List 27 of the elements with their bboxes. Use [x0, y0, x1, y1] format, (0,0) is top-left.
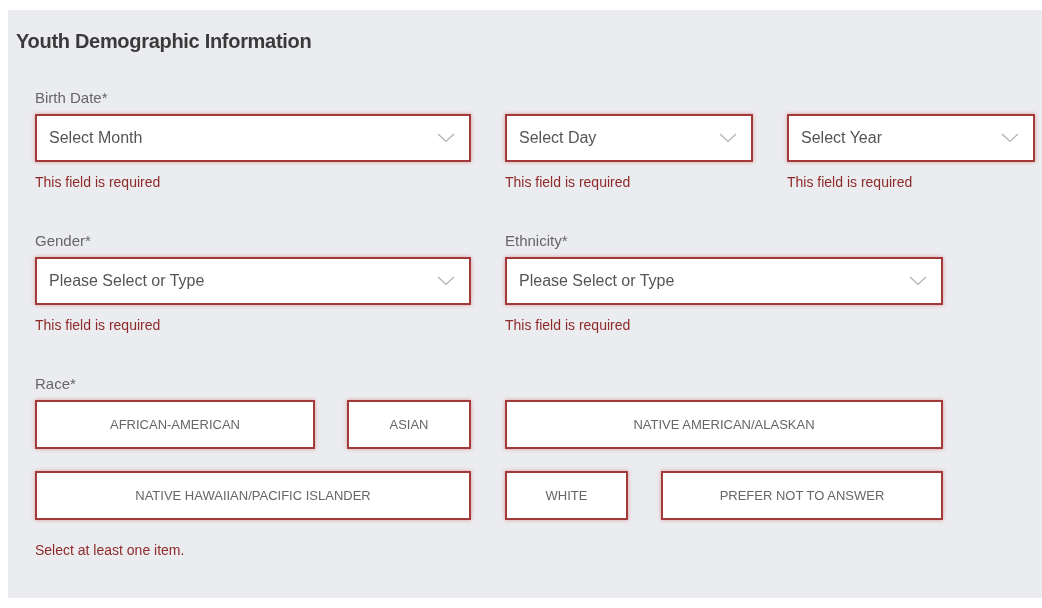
option-button[interactable]: AFRICAN-AMERICAN	[35, 400, 315, 449]
error-message: This field is required	[505, 174, 631, 190]
error-message: This field is required	[35, 317, 161, 333]
chevron-down-icon	[909, 276, 927, 286]
chevron-down-icon	[719, 133, 737, 143]
dropdown-field[interactable]: Select Year	[787, 114, 1035, 162]
option-button[interactable]: NATIVE AMERICAN/ALASKAN	[505, 400, 943, 449]
option-button[interactable]: NATIVE HAWAIIAN/PACIFIC ISLANDER	[35, 471, 471, 520]
error-message: This field is required	[35, 174, 161, 190]
section-title: Youth Demographic Information	[16, 30, 313, 53]
chevron-down-icon	[437, 133, 455, 143]
error-message: Select at least one item.	[35, 542, 186, 558]
field-label: Ethnicity*	[505, 232, 569, 249]
field-label: Birth Date*	[35, 89, 109, 106]
dropdown-field[interactable]: Select Day	[505, 114, 753, 162]
error-message: This field is required	[787, 174, 913, 190]
error-message: This field is required	[505, 317, 631, 333]
option-button[interactable]: ASIAN	[347, 400, 471, 449]
dropdown-field[interactable]: Select Month	[35, 114, 471, 162]
option-button[interactable]: PREFER NOT TO ANSWER	[661, 471, 943, 520]
field-label: Gender*	[35, 232, 92, 249]
chevron-down-icon	[437, 276, 455, 286]
option-button[interactable]: WHITE	[505, 471, 628, 520]
dropdown-field[interactable]: Please Select or Type	[505, 257, 943, 305]
dropdown-field[interactable]: Please Select or Type	[35, 257, 471, 305]
chevron-down-icon	[1001, 133, 1019, 143]
field-label: Race*	[35, 375, 77, 392]
